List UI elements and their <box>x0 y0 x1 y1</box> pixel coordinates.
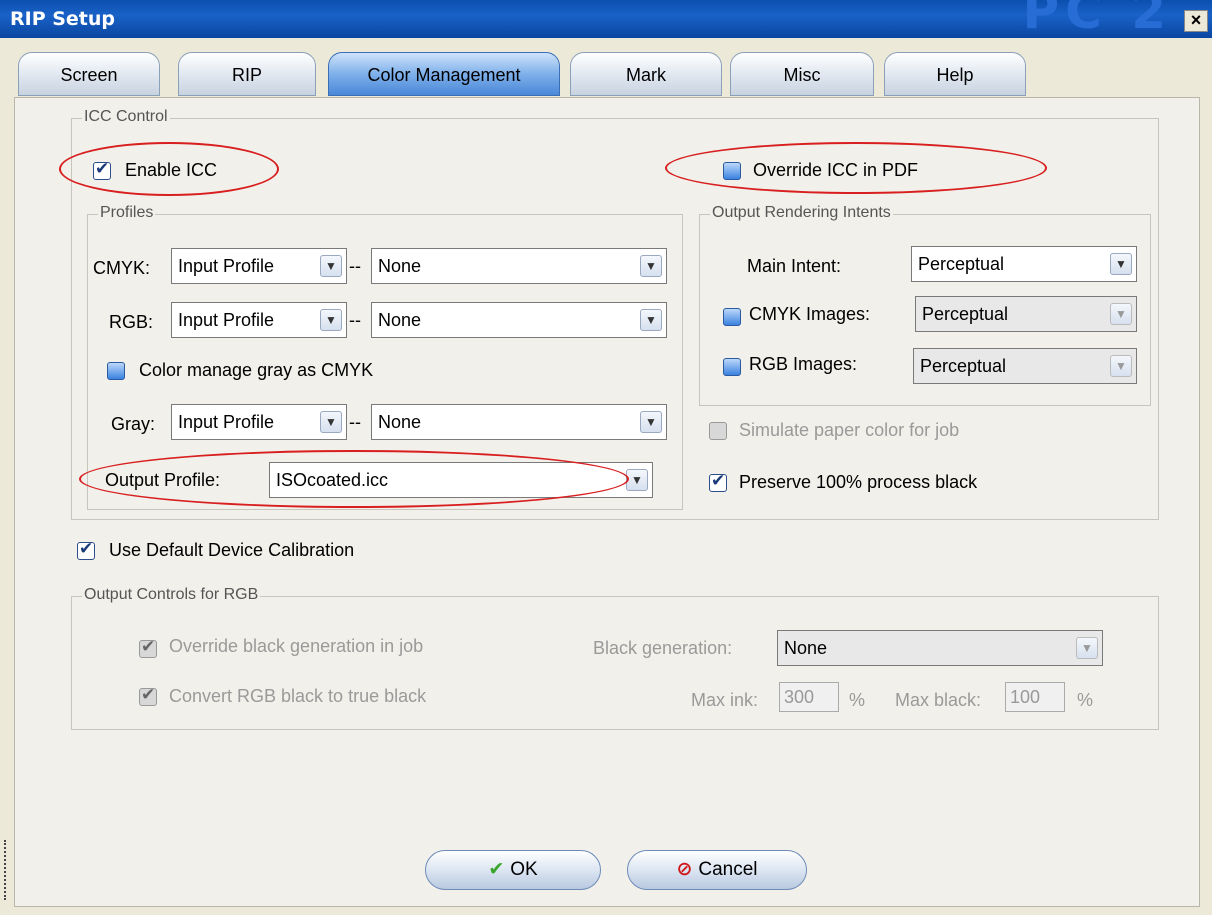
rgb-source-select[interactable]: Input Profile ▼ <box>171 302 347 338</box>
no-entry-icon: ⊘ <box>676 859 693 880</box>
black-generation-select[interactable]: None ▼ <box>777 630 1103 666</box>
chevron-down-icon[interactable]: ▼ <box>320 309 342 331</box>
default-calibration-checkbox[interactable] <box>77 539 95 560</box>
black-generation-value: None <box>784 638 828 658</box>
tab-help[interactable]: Help <box>884 52 1026 96</box>
gray-as-cmyk-checkbox[interactable] <box>107 362 125 380</box>
tab-mark[interactable]: Mark <box>570 52 722 96</box>
rgb-profile-value: None <box>378 310 422 330</box>
max-ink-input[interactable]: 300 <box>779 682 839 712</box>
gray-source-select[interactable]: Input Profile ▼ <box>171 404 347 440</box>
chevron-down-icon[interactable]: ▼ <box>626 469 648 491</box>
highlight-oval-enable-icc <box>59 142 279 196</box>
gray-separator: -- <box>349 412 361 432</box>
simulate-paper-checkbox[interactable] <box>709 422 727 440</box>
simulate-paper-label: Simulate paper color for job <box>739 420 960 440</box>
rgb-images-select[interactable]: Perceptual ▼ <box>913 348 1137 384</box>
cancel-button[interactable]: ⊘ Cancel <box>627 850 807 890</box>
rendering-intents-legend: Output Rendering Intents <box>710 204 893 222</box>
tab-rip[interactable]: RIP <box>178 52 316 96</box>
max-black-input[interactable]: 100 <box>1005 682 1065 712</box>
ok-button[interactable]: ✔ OK <box>425 850 601 890</box>
tab-screen[interactable]: Screen <box>18 52 160 96</box>
cmyk-images-checkbox[interactable] <box>723 308 741 326</box>
close-button[interactable]: × <box>1184 10 1208 32</box>
color-management-panel: ICC Control Enable ICC Override ICC in P… <box>14 97 1200 907</box>
chevron-down-icon[interactable]: ▼ <box>320 255 342 277</box>
cmyk-images-value: Perceptual <box>922 304 1009 324</box>
cmyk-profile-value: None <box>378 256 422 276</box>
main-intent-label: Main Intent: <box>747 256 842 276</box>
cmyk-source-select[interactable]: Input Profile ▼ <box>171 248 347 284</box>
override-black-gen-label: Override black generation in job <box>169 636 424 656</box>
chevron-down-icon[interactable]: ▼ <box>640 309 662 331</box>
gray-source-value: Input Profile <box>178 412 275 432</box>
rgb-profile-select[interactable]: None ▼ <box>371 302 667 338</box>
cmyk-images-select[interactable]: Perceptual ▼ <box>915 296 1137 332</box>
preserve-black-label: Preserve 100% process black <box>739 472 978 492</box>
cmyk-profile-select[interactable]: None ▼ <box>371 248 667 284</box>
preserve-black-checkbox[interactable] <box>709 471 727 492</box>
profiles-legend: Profiles <box>98 204 156 222</box>
highlight-oval-output-profile <box>79 450 629 508</box>
rgb-images-label: RGB Images: <box>749 354 858 374</box>
max-black-unit: % <box>1077 690 1094 710</box>
convert-rgb-black-label: Convert RGB black to true black <box>169 686 427 706</box>
chevron-down-icon[interactable]: ▼ <box>320 411 342 433</box>
gray-profile-select[interactable]: None ▼ <box>371 404 667 440</box>
chevron-down-icon[interactable]: ▼ <box>1076 637 1098 659</box>
ok-button-label: OK <box>510 859 538 880</box>
cmyk-images-label: CMYK Images: <box>749 304 871 324</box>
rgb-separator: -- <box>349 310 361 330</box>
window-title: RIP Setup <box>10 8 116 30</box>
rgb-source-value: Input Profile <box>178 310 275 330</box>
main-intent-select[interactable]: Perceptual ▼ <box>911 246 1137 282</box>
override-black-gen-checkbox[interactable] <box>139 637 157 658</box>
convert-rgb-black-checkbox[interactable] <box>139 685 157 706</box>
rgb-images-value: Perceptual <box>920 356 1007 376</box>
gray-label: Gray: <box>111 414 156 434</box>
tab-color-management[interactable]: Color Management <box>328 52 560 96</box>
icc-control-legend: ICC Control <box>82 108 170 126</box>
cmyk-label: CMYK: <box>93 258 151 278</box>
max-black-label: Max black: <box>895 690 982 710</box>
chevron-down-icon[interactable]: ▼ <box>640 411 662 433</box>
cmyk-separator: -- <box>349 256 361 276</box>
brand-logo: PC 2 <box>1022 0 1172 40</box>
chevron-down-icon[interactable]: ▼ <box>1110 253 1132 275</box>
tab-misc[interactable]: Misc <box>730 52 874 96</box>
resize-handle[interactable] <box>4 840 8 900</box>
black-generation-label: Black generation: <box>593 638 733 658</box>
main-intent-value: Perceptual <box>918 254 1005 274</box>
highlight-oval-override-icc <box>665 142 1047 194</box>
chevron-down-icon[interactable]: ▼ <box>1110 355 1132 377</box>
rgb-images-checkbox[interactable] <box>723 358 741 376</box>
gray-profile-value: None <box>378 412 422 432</box>
title-bar: RIP Setup PC 2 × <box>0 0 1212 40</box>
check-icon: ✔ <box>488 859 505 880</box>
output-controls-legend: Output Controls for RGB <box>82 586 261 604</box>
chevron-down-icon[interactable]: ▼ <box>1110 303 1132 325</box>
max-ink-unit: % <box>849 690 866 710</box>
cmyk-source-value: Input Profile <box>178 256 275 276</box>
chevron-down-icon[interactable]: ▼ <box>640 255 662 277</box>
max-ink-label: Max ink: <box>691 690 759 710</box>
cancel-button-label: Cancel <box>698 859 758 880</box>
rgb-label: RGB: <box>109 312 154 332</box>
gray-as-cmyk-label: Color manage gray as CMYK <box>139 360 374 380</box>
default-calibration-label: Use Default Device Calibration <box>109 540 355 560</box>
